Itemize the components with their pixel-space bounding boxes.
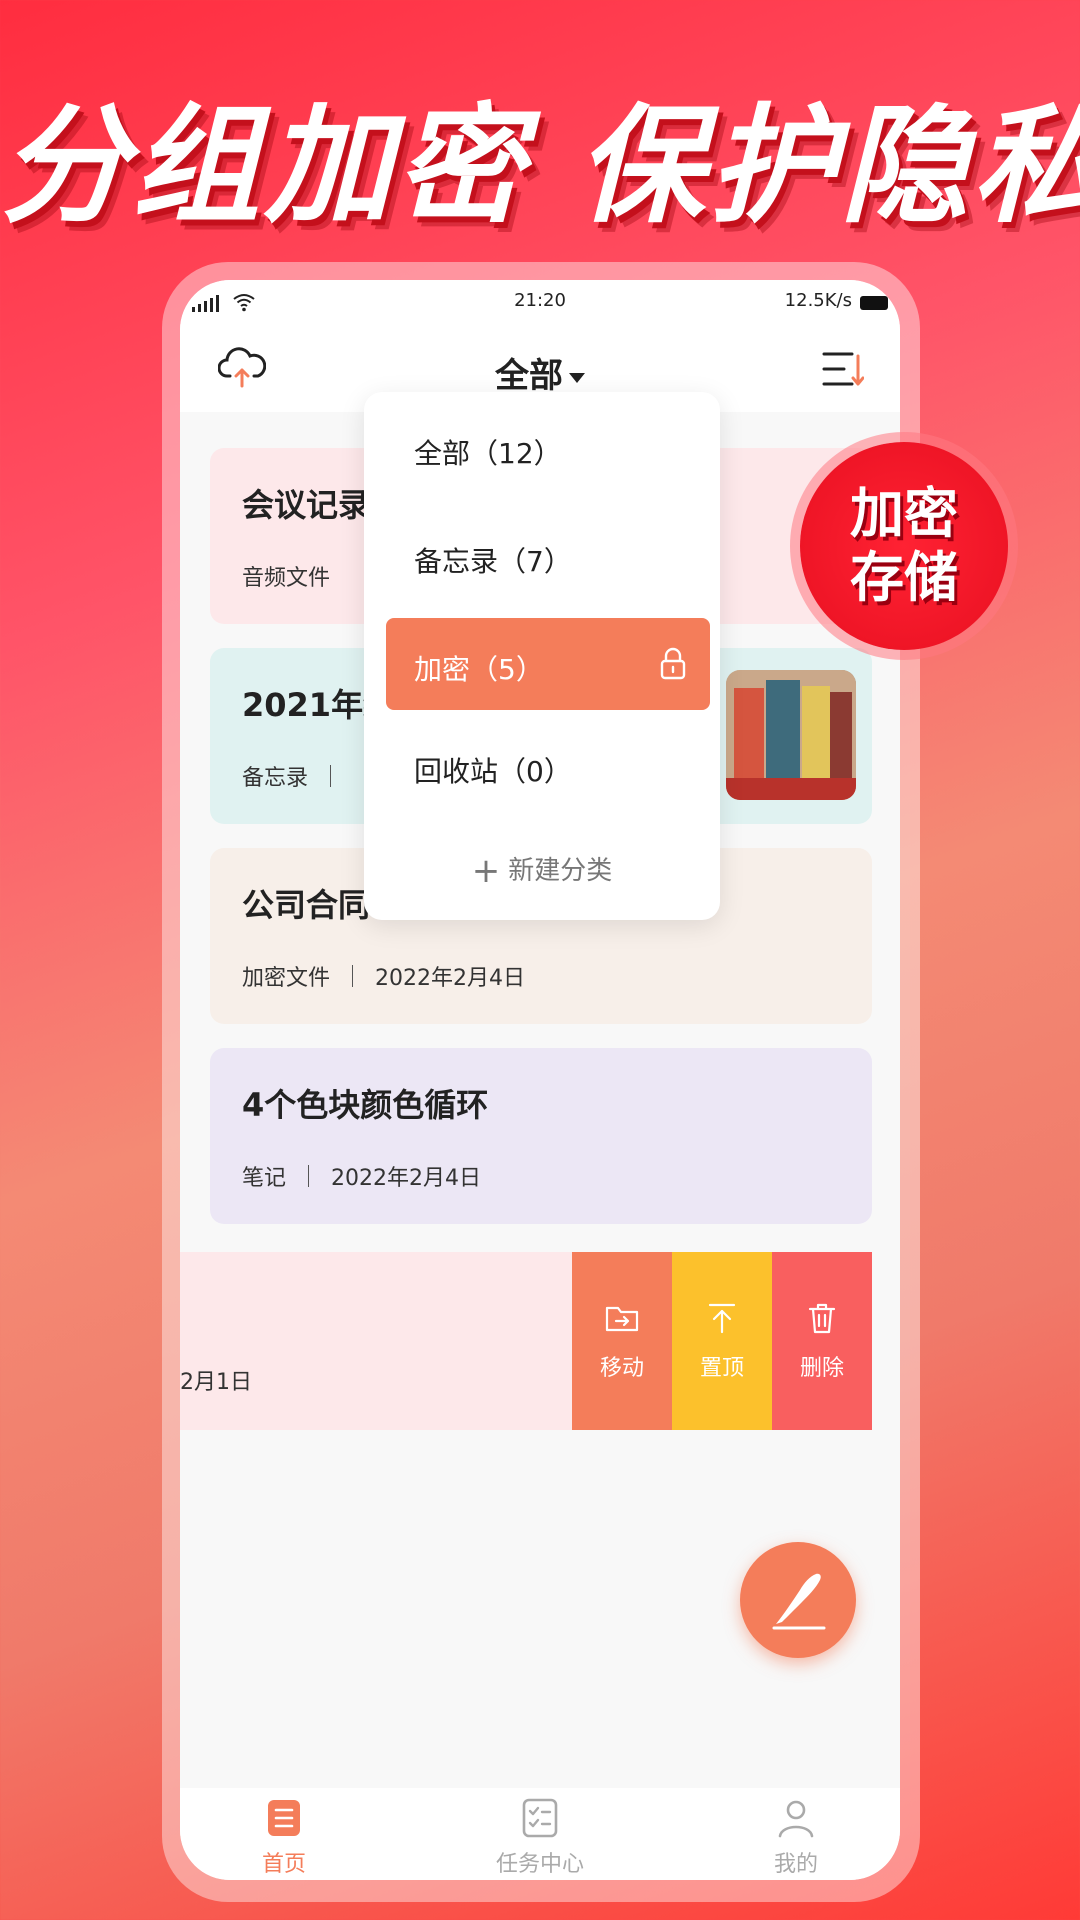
task-list-icon [522,1798,558,1838]
sort-icon[interactable] [822,350,864,388]
nav-label: 我的 [773,1852,818,1877]
new-category-button[interactable]: + 新建分类 [364,850,720,891]
nav-profile[interactable]: 我的 [716,1796,876,1878]
note-meta: 加密文件 2022年2月4日 [242,960,525,992]
pin-top-icon [708,1303,736,1334]
move-button[interactable]: 移动 [572,1252,672,1430]
dropdown-item-label: 全部（12） [414,437,562,470]
dropdown-item-label: 备忘录（7） [414,545,572,578]
badge-line-1: 加密 [850,482,958,545]
dropdown-item-encrypted[interactable]: 加密（5） [386,618,710,710]
note-meta: 音频文件 [242,560,330,592]
pin-top-label: 置顶 [699,1356,744,1381]
nav-label: 任务中心 [495,1852,584,1877]
plus-icon: + [471,851,501,891]
encrypted-storage-badge: 加密 存储 [800,442,1008,650]
dropdown-item-label: 回收站（0） [414,755,572,788]
pen-icon [772,1573,826,1630]
home-notes-icon [268,1800,300,1836]
note-date: 2022年2月4日 [331,1166,481,1191]
note-type: 备忘录 [242,766,309,791]
network-speed: 12.5K/s [784,290,852,311]
note-type: 音频文件 [242,566,331,591]
caret-down-icon [569,372,585,383]
pin-top-button[interactable]: 置顶 [672,1252,772,1430]
note-meta: 备忘录 [242,760,353,792]
bottom-nav: 首页 任务中心 我的 [180,1788,900,1880]
user-icon [778,1800,814,1838]
badge-line-2: 存储 [850,546,958,609]
delete-label: 删除 [799,1356,844,1381]
new-note-button[interactable] [740,1542,856,1658]
note-date: 2022年2月4日 [375,966,525,991]
trash-icon [808,1303,836,1334]
dropdown-item-label: 加密（5） [414,653,544,686]
note-type: 笔记 [242,1166,287,1191]
note-meta: 笔记 2022年2月4日 [242,1160,481,1192]
meta-divider [352,965,354,987]
lock-icon [660,647,686,680]
dropdown-item-recycle-bin[interactable]: 回收站（0） [386,720,710,812]
note-title: 4个色块颜色循环 [242,1086,489,1124]
delete-button[interactable]: 删除 [772,1252,872,1430]
note-thumbnail-image [726,670,856,800]
nav-home[interactable]: 首页 [204,1796,364,1878]
note-title: 会议记录 [242,486,371,524]
folder-move-icon [605,1306,639,1332]
meta-divider [330,765,332,787]
meta-divider [308,1165,310,1187]
category-title: 全部 [495,356,563,396]
status-bar: 21:20 12.5K/s [180,280,900,326]
note-card[interactable]: 4个色块颜色循环 笔记 2022年2月4日 [210,1048,872,1224]
promo-headline: 分组加密 保护隐私 [0,92,1080,241]
swiped-note-row[interactable]: 2月1日 移动 置顶 删除 [180,1252,872,1430]
move-label: 移动 [599,1356,644,1381]
category-dropdown: 全部（12） 备忘录（7） 加密（5） 回收站（0） + 新建分类 [364,392,720,920]
nav-label: 首页 [261,1852,306,1877]
battery-icon [860,296,888,310]
dropdown-item-all[interactable]: 全部（12） [386,402,710,494]
note-date: 2月1日 [180,1370,252,1395]
note-title: 公司合同 [242,886,371,924]
category-selector[interactable]: 全部 [180,348,900,397]
phone-screen: 21:20 12.5K/s 全部 会议记录 音频文件 2021年终 备忘录 公司… [180,280,900,1880]
nav-task-center[interactable]: 任务中心 [460,1796,620,1878]
dropdown-item-memo[interactable]: 备忘录（7） [386,510,710,602]
note-type: 加密文件 [242,966,331,991]
new-category-label: 新建分类 [508,856,613,886]
